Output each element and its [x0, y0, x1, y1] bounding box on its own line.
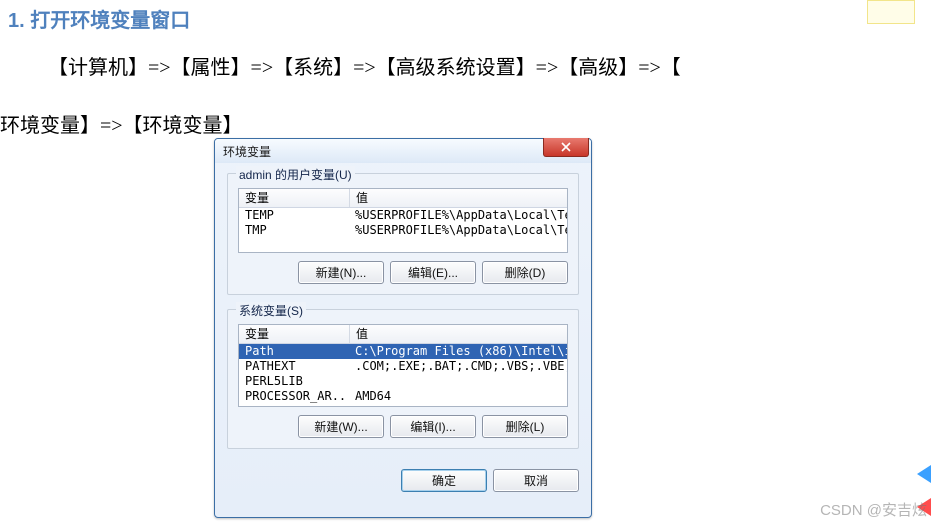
- list-item[interactable]: PERL5LIB: [239, 374, 567, 389]
- watermark: CSDN @安吉炫: [820, 499, 927, 520]
- close-icon: [561, 142, 571, 152]
- list-header: 变量 值: [239, 325, 567, 344]
- list-item[interactable]: PROCESSOR_AR... AMD64: [239, 389, 567, 404]
- nav-path-line-1: 【计算机】=>【属性】=>【系统】=>【高级系统设置】=>【高级】=>【: [0, 51, 931, 85]
- system-vars-group: 系统变量(S) 变量 值 Path C:\Program Files (x86)…: [227, 309, 579, 449]
- ok-button[interactable]: 确定: [401, 469, 487, 492]
- system-vars-label: 系统变量(S): [236, 302, 306, 319]
- list-item[interactable]: TEMP %USERPROFILE%\AppData\Local\Temp: [239, 208, 567, 223]
- dialog-titlebar[interactable]: 环境变量: [215, 139, 591, 163]
- sys-new-button[interactable]: 新建(W)...: [298, 415, 384, 438]
- col-name[interactable]: 变量: [239, 325, 350, 343]
- sys-delete-button[interactable]: 删除(L): [482, 415, 568, 438]
- close-button[interactable]: [543, 138, 589, 157]
- list-item[interactable]: PATHEXT .COM;.EXE;.BAT;.CMD;.VBS;.VBE;..…: [239, 359, 567, 374]
- system-vars-list[interactable]: 变量 值 Path C:\Program Files (x86)\Intel\i…: [238, 324, 568, 407]
- sys-edit-button[interactable]: 编辑(I)...: [390, 415, 476, 438]
- dialog-footer: 确定 取消: [215, 469, 591, 502]
- col-value[interactable]: 值: [350, 189, 567, 207]
- list-item[interactable]: TMP %USERPROFILE%\AppData\Local\Temp: [239, 223, 567, 238]
- user-delete-button[interactable]: 删除(D): [482, 261, 568, 284]
- user-vars-group: admin 的用户变量(U) 变量 值 TEMP %USERPROFILE%\A…: [227, 173, 579, 295]
- side-tab-blue-icon[interactable]: [917, 465, 931, 483]
- user-vars-list[interactable]: 变量 值 TEMP %USERPROFILE%\AppData\Local\Te…: [238, 188, 568, 253]
- user-vars-label: admin 的用户变量(U): [236, 166, 355, 183]
- col-name[interactable]: 变量: [239, 189, 350, 207]
- user-new-button[interactable]: 新建(N)...: [298, 261, 384, 284]
- highlight-marker: [867, 0, 915, 24]
- user-edit-button[interactable]: 编辑(E)...: [390, 261, 476, 284]
- list-item[interactable]: Path C:\Program Files (x86)\Intel\iC...: [239, 344, 567, 359]
- cancel-button[interactable]: 取消: [493, 469, 579, 492]
- col-value[interactable]: 值: [350, 325, 567, 343]
- env-vars-dialog: 环境变量 admin 的用户变量(U) 变量 值 TEMP %USERPROFI…: [214, 138, 592, 518]
- dialog-title: 环境变量: [223, 143, 271, 160]
- section-heading: 1. 打开环境变量窗口: [0, 0, 931, 33]
- list-header: 变量 值: [239, 189, 567, 208]
